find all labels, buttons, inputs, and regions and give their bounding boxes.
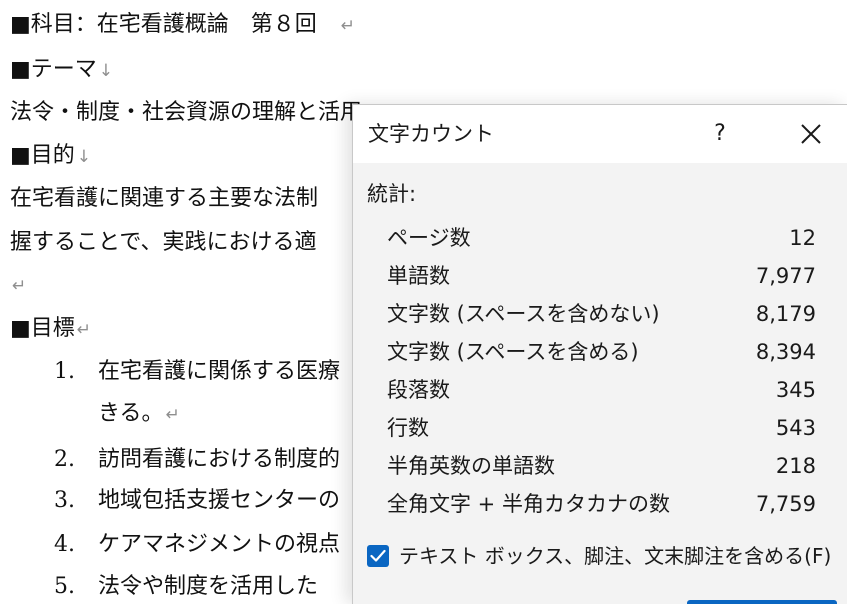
stat-row-words: 単語数 7,977 xyxy=(353,257,847,295)
line-break-icon: ↓ xyxy=(76,147,92,167)
stat-value: 8,179 xyxy=(755,302,816,326)
dialog-title: 文字カウント xyxy=(368,122,494,146)
paragraph-mark-icon: ↵ xyxy=(76,320,92,340)
stat-value: 543 xyxy=(775,416,816,440)
doc-heading-purpose: ■目的 ↓ xyxy=(10,141,91,172)
list-item-text: 地域包括支援センターの xyxy=(98,488,341,513)
stat-row-halfwidth-words: 半角英数の単語数 218 xyxy=(353,447,847,485)
paragraph-mark-icon: ↵ xyxy=(12,276,27,296)
doc-heading-theme-text: ■テーマ xyxy=(10,57,97,82)
stat-name: 文字数 (スペースを含める) xyxy=(387,340,639,364)
dialog-titlebar[interactable]: 文字カウント ? xyxy=(353,105,847,163)
include-textboxes-option[interactable]: テキスト ボックス、脚注、文末脚注を含める(F) xyxy=(367,541,847,573)
stat-row-paragraphs: 段落数 345 xyxy=(353,371,847,409)
stat-name: 単語数 xyxy=(387,264,450,288)
doc-heading-subject: ■科目：在宅看護概論 第８回 ↵ xyxy=(10,10,355,41)
doc-heading-theme: ■テーマ ↓ xyxy=(10,55,113,86)
list-item-text: 訪問看護における制度的 xyxy=(98,447,341,472)
stat-value: 345 xyxy=(775,378,816,402)
stat-value: 218 xyxy=(775,454,816,478)
list-item-text: 法令や制度を活用した xyxy=(98,574,319,599)
include-textboxes-label[interactable]: テキスト ボックス、脚注、文末脚注を含める(F) xyxy=(399,541,831,571)
stat-row-chars-no-spaces: 文字数 (スペースを含めない) 8,179 xyxy=(353,295,847,333)
list-item-text: 在宅看護に関係する医療 xyxy=(98,359,341,384)
close-icon xyxy=(801,124,821,144)
stat-name: 行数 xyxy=(387,416,429,440)
stat-value: 12 xyxy=(789,226,816,250)
checkmark-icon xyxy=(370,549,386,562)
list-item-number: 1. xyxy=(54,359,75,384)
close-button[interactable] xyxy=(791,117,831,153)
list-item-text: ケアマネジメントの視点 xyxy=(98,532,341,557)
doc-empty-paragraph: ↵ xyxy=(10,270,26,301)
doc-heading-purpose-text: ■目的 xyxy=(10,143,75,168)
list-item-number: 3. xyxy=(54,488,75,513)
stat-name: 全角文字 + 半角カタカナの数 xyxy=(387,492,670,516)
stat-name: 半角英数の単語数 xyxy=(387,454,555,478)
close-dialog-button[interactable] xyxy=(687,600,837,604)
include-textboxes-checkbox[interactable] xyxy=(367,545,389,567)
stat-value: 8,394 xyxy=(755,340,816,364)
doc-purpose-line-2: 握することで、実践における適 xyxy=(10,230,317,255)
stat-row-pages: ページ数 12 xyxy=(353,219,847,257)
stat-row-chars-with-spaces: 文字数 (スペースを含める) 8,394 xyxy=(353,333,847,371)
stat-name: 文字数 (スペースを含めない) xyxy=(387,302,660,326)
doc-heading-goals-text: ■目標 xyxy=(10,316,75,341)
list-item-number: 5. xyxy=(54,574,75,599)
list-item-number: 2. xyxy=(54,447,75,472)
stat-row-fullwidth-chars: 全角文字 + 半角カタカナの数 7,759 xyxy=(353,485,847,523)
doc-heading-goals: ■目標 ↵ xyxy=(10,314,91,345)
stat-value: 7,977 xyxy=(755,264,816,288)
doc-heading-subject-text: ■科目：在宅看護概論 第８回 xyxy=(10,12,317,37)
list-item-continuation-text: きる。 xyxy=(98,401,164,426)
stats-label: 統計: xyxy=(367,182,417,206)
stat-name: ページ数 xyxy=(387,226,471,250)
paragraph-mark-icon: ↵ xyxy=(340,16,356,36)
stat-name: 段落数 xyxy=(387,378,450,402)
doc-theme-text: 法令・制度・社会資源の理解と活用 xyxy=(10,100,363,125)
stat-row-lines: 行数 543 xyxy=(353,409,847,447)
line-break-icon: ↓ xyxy=(98,61,114,81)
stat-value: 7,759 xyxy=(755,492,816,516)
word-count-dialog: 文字カウント ? 統計: ページ数 12 単語数 7,977 文字数 (スペース… xyxy=(352,104,847,604)
help-button[interactable]: ? xyxy=(703,117,737,151)
list-item-number: 4. xyxy=(54,532,75,557)
list-item-continuation: きる。 ↵ xyxy=(98,399,180,430)
doc-purpose-line-1: 在宅看護に関連する主要な法制 xyxy=(10,186,319,211)
paragraph-mark-icon: ↵ xyxy=(165,405,180,425)
